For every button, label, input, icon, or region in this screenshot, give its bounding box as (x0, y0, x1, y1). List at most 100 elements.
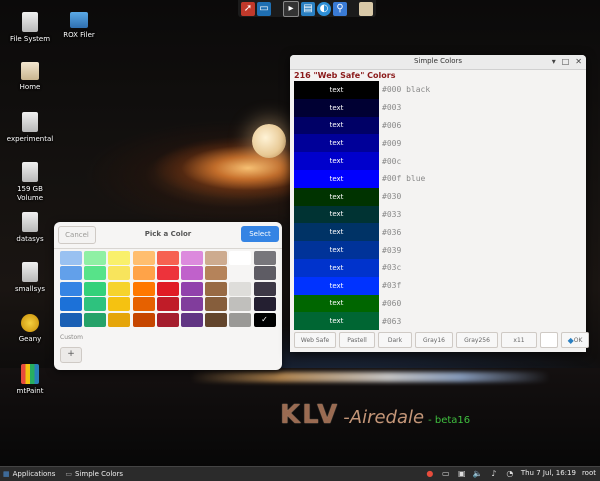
color-row[interactable]: text #063 (294, 312, 430, 331)
taskbar-task-simple-colors[interactable]: ▭ Simple Colors (62, 470, 126, 478)
color-row[interactable]: text #006 (294, 116, 430, 135)
browser-icon[interactable]: ◐ (317, 1, 331, 16)
color-swatch[interactable] (132, 312, 155, 327)
color-swatch[interactable] (205, 266, 228, 281)
color-swatch[interactable] (108, 297, 131, 312)
desktop-icon-datasys[interactable]: datasys (0, 212, 60, 244)
color-row[interactable]: text #009 (294, 134, 430, 153)
color-row[interactable]: text #060 (294, 294, 430, 313)
color-swatch[interactable]: ✓ (253, 312, 276, 327)
color-swatch[interactable] (108, 312, 131, 327)
color-swatch[interactable] (205, 281, 228, 296)
color-swatch[interactable] (132, 251, 155, 265)
color-swatch[interactable] (132, 281, 155, 296)
color-swatch[interactable] (60, 297, 82, 312)
color-swatch[interactable] (253, 281, 276, 296)
color-swatch[interactable] (205, 297, 228, 312)
dark-button[interactable]: Dark (378, 332, 412, 348)
close-icon[interactable]: ✕ (575, 57, 582, 66)
minimize-icon[interactable]: ▾ (552, 57, 556, 66)
clock[interactable]: Thu 7 Jul, 16:19 (521, 469, 576, 477)
rocket-icon[interactable]: ➚ (241, 1, 255, 16)
maximize-icon[interactable]: □ (562, 57, 570, 66)
color-swatch[interactable] (108, 251, 131, 265)
desktop-icon-mtpaint[interactable]: mtPaint (0, 364, 60, 396)
desktop-icon-smallsys[interactable]: smallsys (0, 262, 60, 294)
hex-code: #033 (382, 209, 402, 219)
color-row[interactable]: text #03c (294, 258, 430, 277)
moon (252, 124, 286, 158)
screen-icon[interactable]: ▭ (257, 1, 271, 16)
color-row[interactable]: text #00c (294, 152, 430, 170)
color-swatch[interactable] (84, 266, 107, 281)
color-swatch[interactable] (229, 297, 252, 312)
color-swatch[interactable] (108, 266, 131, 281)
color-swatch[interactable] (229, 281, 252, 296)
color-sample: text (294, 258, 379, 277)
color-swatch[interactable] (84, 281, 107, 296)
color-swatch[interactable] (156, 266, 179, 281)
folder-icon[interactable] (359, 1, 373, 16)
add-custom-color-button[interactable]: + (60, 347, 82, 363)
network-icon[interactable]: ▣ (457, 468, 467, 478)
color-row[interactable]: text #036 (294, 223, 430, 242)
color-swatch[interactable] (253, 297, 276, 312)
color-row[interactable]: text #000 black (294, 81, 430, 99)
color-swatch[interactable] (229, 312, 252, 327)
desktop-icon-geany[interactable]: Geany (0, 314, 60, 344)
desktop-icon-rox-filer[interactable]: ROX Filer (49, 12, 109, 40)
color-swatch[interactable] (84, 312, 107, 327)
color-swatch[interactable] (205, 312, 228, 327)
color-picker-tray-icon[interactable]: ● (425, 468, 435, 478)
color-swatch[interactable] (229, 266, 252, 281)
color-sample: text (294, 205, 379, 224)
window-titlebar[interactable]: Simple Colors ▾ □ ✕ (290, 55, 586, 70)
color-swatch[interactable] (180, 297, 203, 312)
applications-menu[interactable]: ▦ Applications (0, 470, 58, 478)
select-button[interactable]: Select (241, 226, 279, 242)
color-swatch[interactable] (180, 251, 203, 265)
color-row[interactable]: text #003 (294, 98, 430, 117)
color-swatch[interactable] (60, 281, 82, 296)
color-swatch[interactable] (205, 251, 228, 265)
notification-icon[interactable]: ♪ (489, 468, 499, 478)
color-swatch[interactable] (84, 251, 107, 265)
color-swatch[interactable] (180, 312, 203, 327)
wifi-icon[interactable]: ◔ (505, 468, 515, 478)
color-row[interactable]: text #039 (294, 241, 430, 259)
color-swatch[interactable] (84, 297, 107, 312)
x11-button[interactable]: x11 (501, 332, 537, 348)
ok-button[interactable]: ◆ OK (561, 332, 589, 348)
color-swatch[interactable] (229, 251, 252, 265)
color-swatch[interactable] (60, 251, 82, 265)
volume-icon[interactable]: 🔈 (473, 468, 483, 478)
color-row[interactable]: text #030 (294, 187, 430, 206)
color-row[interactable]: text #03f (294, 276, 430, 295)
desktop-icon-volume[interactable]: 159 GB Volume (0, 162, 60, 203)
files-icon[interactable]: ▤ (301, 1, 315, 16)
gray16-button[interactable]: Gray16 (415, 332, 453, 348)
color-swatch[interactable] (132, 266, 155, 281)
workspace-icon[interactable]: ▭ (441, 468, 451, 478)
color-swatch[interactable] (156, 297, 179, 312)
desktop-icon-experimental[interactable]: experimental (0, 112, 60, 144)
color-swatch[interactable] (180, 266, 203, 281)
color-swatch[interactable] (132, 297, 155, 312)
color-swatch[interactable] (156, 312, 179, 327)
gray256-button[interactable]: Gray256 (456, 332, 498, 348)
color-swatch[interactable] (253, 251, 276, 265)
color-swatch[interactable] (156, 281, 179, 296)
terminal-icon[interactable]: ▸ (283, 0, 299, 17)
color-swatch[interactable] (253, 266, 276, 281)
web-safe-button[interactable]: Web Safe (294, 332, 336, 348)
color-row[interactable]: text #00f blue (294, 169, 430, 188)
color-swatch[interactable] (180, 281, 203, 296)
color-swatch[interactable] (156, 251, 179, 265)
magnifier-icon[interactable]: ⚲ (333, 1, 347, 16)
color-swatch[interactable] (108, 281, 131, 296)
color-swatch[interactable] (60, 312, 82, 327)
color-row[interactable]: text #033 (294, 205, 430, 224)
pastell-button[interactable]: Pastell (339, 332, 375, 348)
color-swatch[interactable] (60, 266, 82, 281)
desktop-icon-home[interactable]: Home (0, 62, 60, 92)
